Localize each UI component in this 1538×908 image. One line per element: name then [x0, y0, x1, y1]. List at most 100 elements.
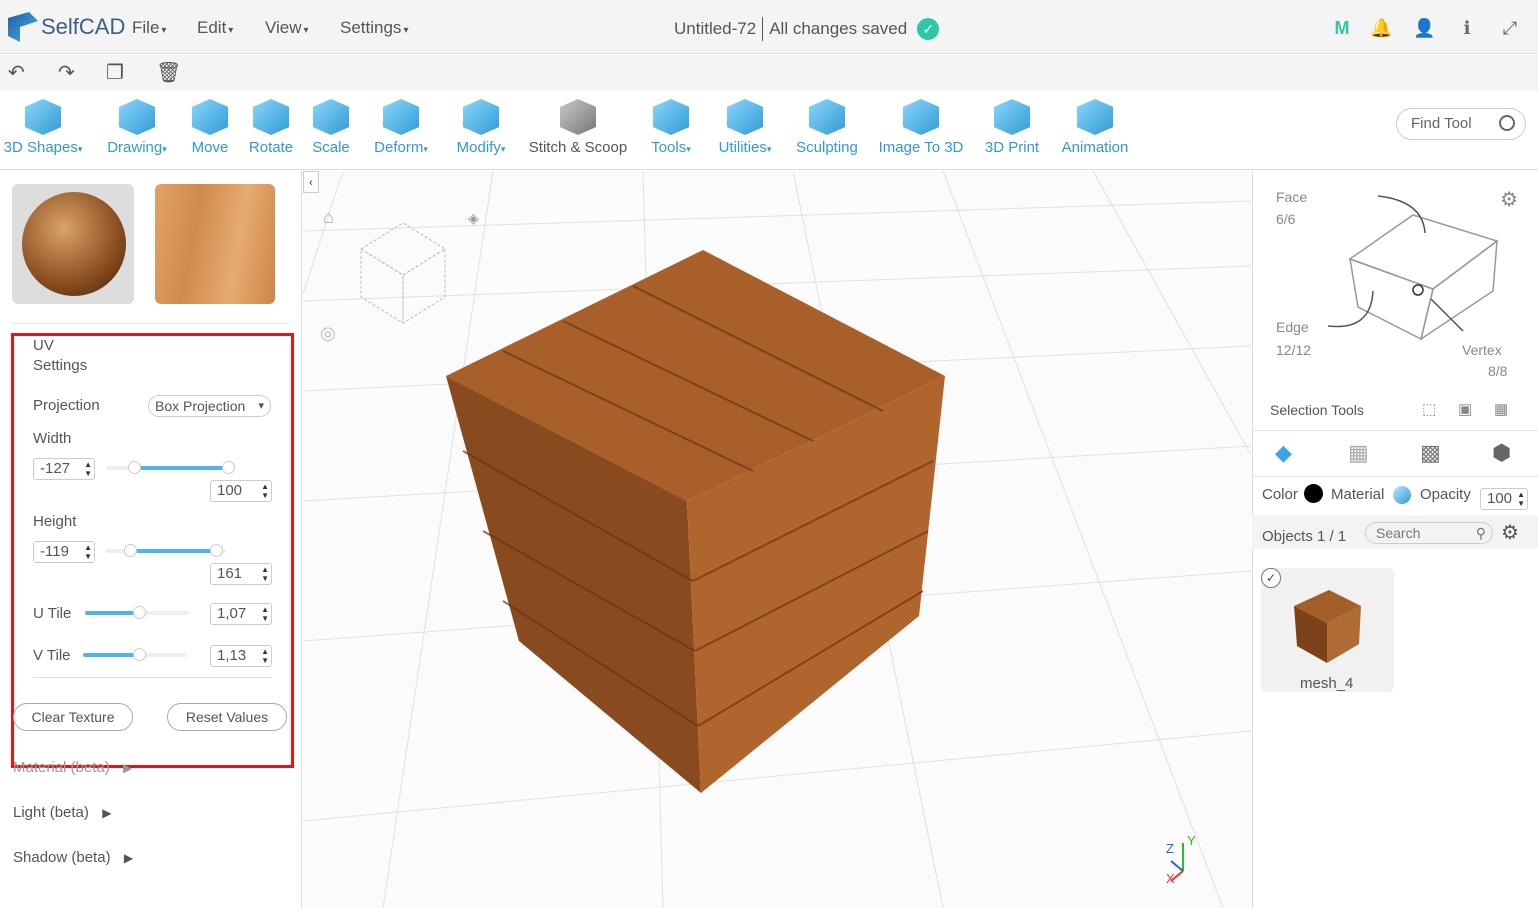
face-count: 6/6	[1276, 211, 1296, 227]
slider-handle[interactable]	[133, 606, 146, 619]
trash-icon[interactable]: 🗑	[156, 60, 181, 85]
objects-search-input[interactable]: Search ⚲	[1365, 522, 1493, 544]
wireframe-view-icon[interactable]: ▦	[1348, 440, 1369, 466]
wood-cube[interactable]	[446, 250, 945, 793]
axis-z-label: Z	[1166, 841, 1174, 856]
axis-y-label: Y	[1187, 833, 1196, 848]
tool-rotate[interactable]: Rotate	[246, 91, 296, 170]
spinner-arrows-icon[interactable]: ▲ ▼	[84, 460, 92, 478]
height-min-input[interactable]: -119 ▲ ▼	[33, 541, 95, 563]
document-title[interactable]: Untitled-72	[674, 19, 756, 39]
axis-gizmo: Y Z X	[1166, 833, 1196, 886]
slider-handle[interactable]	[222, 461, 235, 474]
menu-view[interactable]: View	[265, 18, 309, 38]
texture-thumb-sphere[interactable]	[12, 184, 134, 304]
redo-icon[interactable]: ↷	[58, 60, 75, 85]
clear-texture-button[interactable]: Clear Texture	[13, 703, 133, 731]
solid-view-icon[interactable]: ◆	[1275, 440, 1292, 466]
color-label: Color	[1262, 486, 1298, 503]
tool-move[interactable]: Move	[186, 91, 234, 170]
perspective-icon[interactable]: ◈	[468, 210, 479, 226]
tool-3d-shapes[interactable]: 3D Shapes	[0, 91, 86, 170]
slider-handle[interactable]	[133, 648, 146, 661]
v-tile-slider[interactable]	[83, 648, 187, 661]
main-toolbar: 3D Shapes Drawing Move Rotate Scale Defo…	[0, 91, 1538, 170]
width-min-input[interactable]: -127 ▲ ▼	[33, 458, 95, 480]
spinner-arrows-icon[interactable]: ▲ ▼	[84, 543, 92, 561]
spinner-arrows-icon[interactable]: ▲ ▼	[261, 565, 269, 583]
select-cube-icon[interactable]: ▣	[1458, 400, 1472, 418]
tool-stitch-scoop[interactable]: Stitch & Scoop	[528, 91, 628, 170]
tool-animation[interactable]: Animation	[1058, 91, 1132, 170]
tool-sculpting[interactable]: Sculpting	[795, 91, 859, 170]
spinner-arrows-icon[interactable]: ▲ ▼	[261, 647, 269, 665]
uv-title-line2: Settings	[33, 357, 88, 374]
vertex-count: 8/8	[1488, 363, 1508, 379]
projection-select[interactable]: Box Projection	[148, 395, 271, 417]
view-cube[interactable]	[360, 222, 446, 324]
deform-icon	[383, 99, 419, 135]
material-swatch-icon[interactable]	[1393, 486, 1411, 504]
menu-edit[interactable]: Edit	[197, 18, 233, 38]
tool-3d-print[interactable]: 3D Print	[983, 91, 1041, 170]
copy-icon[interactable]: ❐	[106, 60, 124, 85]
collapse-panel-icon[interactable]: ‹	[303, 171, 319, 193]
width-label: Width	[33, 430, 72, 447]
material-label: Material	[1331, 486, 1385, 503]
object-card[interactable]: ✓ mesh_4	[1261, 568, 1394, 692]
tool-drawing[interactable]: Drawing	[102, 91, 172, 170]
grid-view-icon[interactable]: ▩	[1420, 440, 1441, 466]
slider-handle[interactable]	[124, 544, 137, 557]
target-icon[interactable]: ◎	[320, 323, 336, 343]
undo-icon[interactable]: ↶	[8, 60, 25, 85]
light-section-toggle[interactable]: Light (beta)	[13, 804, 111, 821]
tools-icon	[653, 99, 689, 135]
material-section-toggle[interactable]: Material (beta)	[13, 759, 132, 776]
tool-deform[interactable]: Deform	[369, 91, 433, 170]
tool-image-to-3d[interactable]: Image To 3D	[877, 91, 965, 170]
shadow-section-toggle[interactable]: Shadow (beta)	[13, 849, 133, 866]
color-swatch[interactable]	[1304, 484, 1323, 503]
bell-icon[interactable]: 🔔	[1370, 18, 1392, 40]
slider-handle[interactable]	[210, 544, 223, 557]
tool-utilities[interactable]: Utilities	[713, 91, 777, 170]
height-range-slider[interactable]	[106, 544, 226, 557]
reset-values-button[interactable]: Reset Values	[167, 703, 287, 731]
spinner-arrows-icon[interactable]: ▲ ▼	[261, 482, 269, 500]
tool-tools[interactable]: Tools	[646, 91, 696, 170]
viewport-scene[interactable]: ⌂ ◈ ◎ Y Z X	[303, 171, 1251, 908]
spinner-arrows-icon[interactable]: ▲ ▼	[261, 605, 269, 623]
utilities-icon	[727, 99, 763, 135]
m-logo-icon[interactable]: M	[1331, 18, 1353, 40]
spinner-arrows-icon[interactable]: ▲ ▼	[1517, 490, 1525, 508]
texture-thumb-wood[interactable]	[155, 184, 275, 304]
tool-scale[interactable]: Scale	[310, 91, 352, 170]
3d-viewport[interactable]: ⌂ ◈ ◎ Y Z X ‹	[303, 171, 1251, 908]
opacity-input[interactable]: 100 ▲ ▼	[1480, 488, 1528, 510]
tool-modify[interactable]: Modify	[451, 91, 511, 170]
u-tile-input[interactable]: 1,07 ▲ ▼	[210, 603, 272, 625]
printer-icon	[994, 99, 1030, 135]
stitch-scoop-icon	[560, 99, 596, 135]
gear-icon[interactable]: ⚙	[1500, 187, 1518, 212]
width-range-slider[interactable]	[106, 461, 235, 474]
menu-file[interactable]: File	[132, 18, 166, 38]
select-box-icon[interactable]: ▦	[1494, 400, 1508, 418]
width-max-input[interactable]: 100 ▲ ▼	[210, 480, 272, 502]
document-title-area: Untitled-72 All changes saved ✓	[674, 17, 940, 41]
slider-handle[interactable]	[128, 461, 141, 474]
find-tool-search[interactable]: Find Tool	[1396, 108, 1526, 140]
user-icon[interactable]: 👤	[1413, 18, 1435, 40]
selfcad-logo[interactable]: SelfCAD	[8, 12, 125, 42]
image-to-3d-icon	[903, 99, 939, 135]
u-tile-slider[interactable]	[85, 606, 189, 619]
height-max-input[interactable]: 161 ▲ ▼	[210, 563, 272, 585]
shaded-view-icon[interactable]: ⬢	[1492, 440, 1511, 466]
objects-settings-gear-icon[interactable]: ⚙	[1501, 520, 1519, 545]
select-cursor-icon[interactable]: ⬚	[1422, 400, 1436, 418]
fullscreen-icon[interactable]: ⤢	[1499, 18, 1521, 40]
v-tile-input[interactable]: 1,13 ▲ ▼	[210, 645, 272, 667]
home-icon[interactable]: ⌂	[323, 207, 334, 227]
info-icon[interactable]: ℹ	[1456, 18, 1478, 40]
menu-settings[interactable]: Settings	[340, 18, 408, 38]
